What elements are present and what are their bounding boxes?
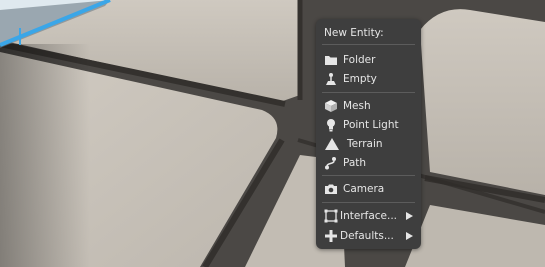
menu-title: New Entity: [324,27,384,39]
menu-item-label: Point Light [343,119,399,131]
menu-item-folder[interactable]: Folder [316,51,421,69]
camera-icon [324,182,338,196]
menu-item-path[interactable]: Path [316,154,421,172]
menu-item-label: Camera [343,183,385,195]
menu-separator [322,44,415,45]
lightbulb-icon [324,118,338,132]
menu-item-label: Path [343,157,367,169]
menu-item-interface[interactable]: Interface... [316,207,421,225]
submenu-arrow-icon [406,232,413,240]
menu-item-point-light[interactable]: Point Light [316,116,421,134]
plus-icon [324,229,338,243]
submenu-arrow-icon [406,212,413,220]
mountain-icon [324,137,340,151]
menu-item-label: Defaults... [340,230,394,242]
menu-item-empty[interactable]: Empty [316,70,421,88]
floor-tile [420,9,545,195]
menu-item-defaults[interactable]: Defaults... [316,227,421,245]
scene-viewport[interactable] [0,0,545,267]
menu-item-mesh[interactable]: Mesh [316,97,421,115]
path-icon [324,156,338,170]
menu-item-label: Terrain [347,138,383,150]
menu-item-label: Empty [343,73,377,85]
menu-separator [322,202,415,203]
new-entity-context-menu: New Entity: Folder Empty Mesh Point Ligh… [316,19,421,249]
menu-item-camera[interactable]: Camera [316,180,421,198]
menu-item-label: Mesh [343,100,371,112]
menu-item-label: Interface... [340,210,398,222]
menu-separator [322,92,415,93]
menu-item-terrain[interactable]: Terrain [316,135,421,153]
folder-icon [324,53,338,67]
menu-item-label: Folder [343,54,376,66]
mesh-cube-icon [324,99,338,113]
menu-separator [322,175,415,176]
interface-frame-icon [324,209,338,223]
empty-entity-icon [324,72,338,86]
